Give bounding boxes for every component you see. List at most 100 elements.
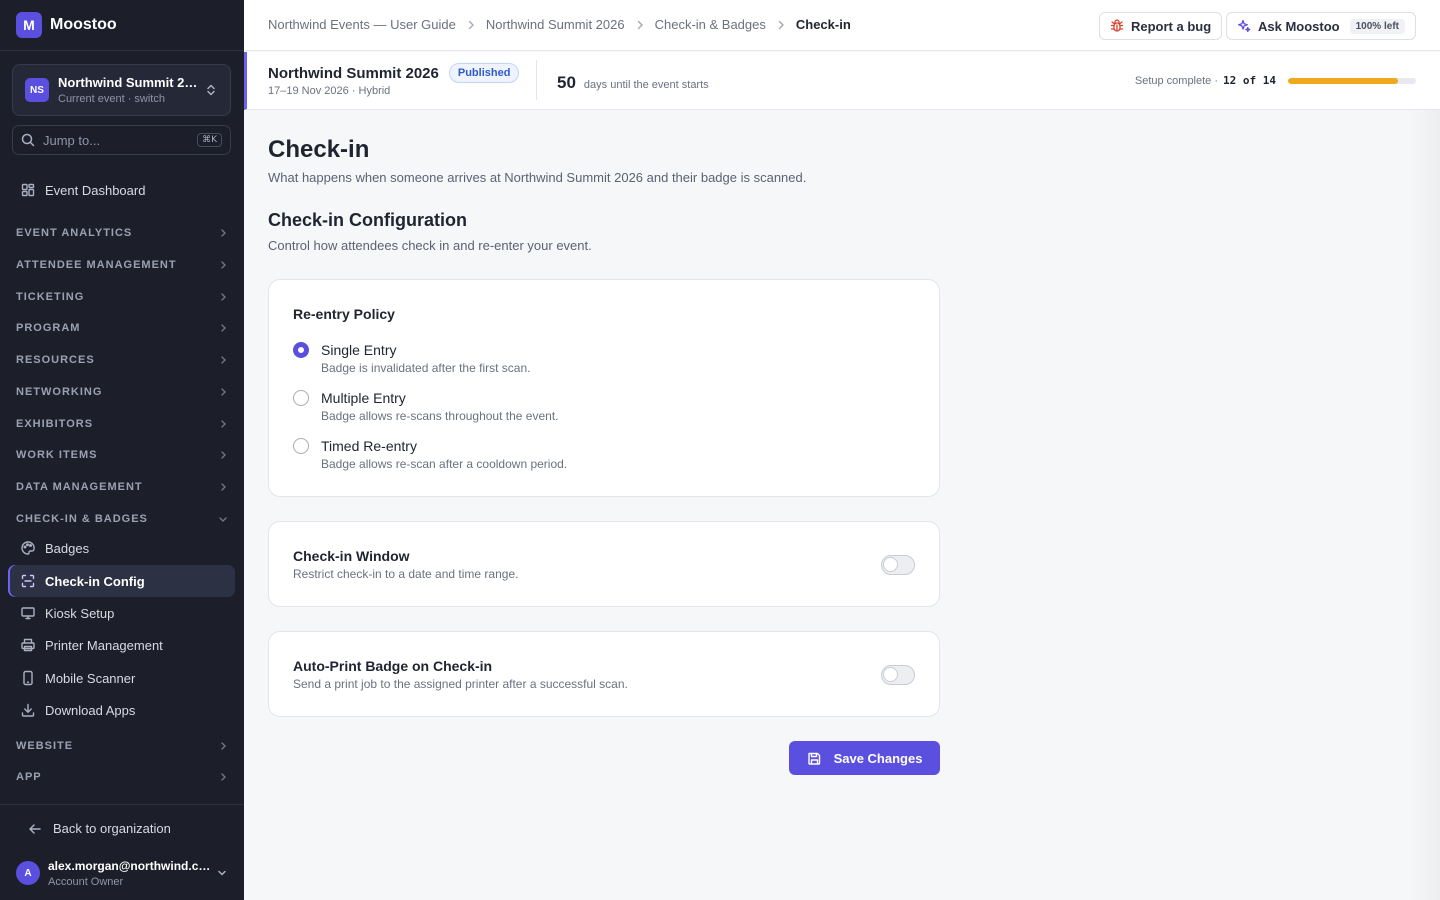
back-to-organization-label: Back to organization <box>53 821 171 836</box>
event-switcher[interactable]: NS Northwind Summit 2026 Current event ·… <box>12 64 231 116</box>
user-role: Account Owner <box>48 875 124 888</box>
option-title: Timed Re-entry <box>321 438 417 454</box>
radio-option-multiple-entry[interactable]: Multiple Entry Badge allows re-scans thr… <box>293 389 893 429</box>
checkin-window-card: Check-in Window Restrict check-in to a d… <box>268 521 940 607</box>
user-menu[interactable]: A alex.morgan@northwind.com Account Owne… <box>16 855 228 891</box>
sidebar-item-check-in-config[interactable]: Check-in Config <box>8 565 235 597</box>
event-switcher-subtitle: Current event · switch <box>58 93 165 105</box>
option-description: Badge allows re-scans throughout the eve… <box>321 409 559 423</box>
chevron-right-icon <box>778 20 784 29</box>
palette-icon <box>21 541 35 555</box>
checkin-window-toggle[interactable] <box>881 555 915 575</box>
section-label: WORK ITEMS <box>16 449 98 461</box>
ask-moostoo-button[interactable]: Ask Moostoo 100% left <box>1226 12 1416 40</box>
breadcrumb-current: Check-in <box>795 17 851 32</box>
sidebar-section-check-in-badges[interactable]: CHECK-IN & BADGES <box>16 509 228 529</box>
toggle-knob <box>883 667 898 682</box>
sidebar-section-exhibitors[interactable]: EXHIBITORS <box>16 414 228 434</box>
event-title-row: Northwind Summit 2026 Published <box>268 63 520 83</box>
status-badge: Published <box>448 63 520 83</box>
sparkles-icon <box>1238 19 1251 33</box>
event-avatar: NS <box>25 78 49 102</box>
page-description: What happens when someone arrives at Nor… <box>268 170 807 185</box>
sidebar-section-resources[interactable]: RESOURCES <box>16 350 228 370</box>
sidebar-section-work-items[interactable]: WORK ITEMS <box>16 445 228 465</box>
sidebar-section-ticketing[interactable]: TICKETING <box>16 287 228 307</box>
sidebar-item-printer-management[interactable]: Printer Management <box>8 629 235 661</box>
breadcrumb: Northwind Events — User Guide Northwind … <box>268 17 851 32</box>
download-icon <box>21 703 35 717</box>
radio-button[interactable] <box>293 342 309 358</box>
section-description: Control how attendees check in and re-en… <box>268 238 592 253</box>
dashboard-grid-icon <box>21 183 35 197</box>
chevron-down-icon <box>218 870 226 876</box>
progress-bar-fill <box>1288 77 1398 84</box>
reentry-policy-card: Re-entry Policy Single Entry Badge is in… <box>268 279 940 497</box>
sidebar-item-label: Mobile Scanner <box>45 670 136 686</box>
chevron-right-icon <box>221 742 226 750</box>
breadcrumb-item[interactable]: Northwind Summit 2026 <box>486 17 625 32</box>
sidebar: M Moostoo NS Northwind Summit 2026 Curre… <box>0 0 244 900</box>
keyboard-shortcut: ⌘K <box>197 133 222 147</box>
sidebar-item-label: Event Dashboard <box>45 182 146 198</box>
monitor-icon <box>21 607 35 620</box>
save-icon <box>807 752 820 765</box>
back-to-organization-link[interactable]: Back to organization <box>28 821 171 836</box>
save-changes-button[interactable]: Save Changes <box>789 741 940 775</box>
breadcrumb-item[interactable]: Northwind Events — User Guide <box>268 17 456 32</box>
sidebar-item-kiosk-setup[interactable]: Kiosk Setup <box>8 597 235 629</box>
progress-bar <box>1288 77 1416 84</box>
section-label: PROGRAM <box>16 322 81 334</box>
chevron-right-icon <box>221 451 226 459</box>
breadcrumb-item[interactable]: Check-in & Badges <box>655 17 766 32</box>
search-icon <box>21 133 35 147</box>
user-email: alex.morgan@northwind.com <box>48 858 216 873</box>
sidebar-section-website[interactable]: WEBSITE <box>16 736 228 756</box>
section-label: RESOURCES <box>16 354 95 366</box>
sidebar-section-data-management[interactable]: DATA MANAGEMENT <box>16 477 228 497</box>
edge-shadow <box>1410 110 1440 900</box>
sidebar-section-program[interactable]: PROGRAM <box>16 318 228 338</box>
chevron-right-icon <box>221 229 226 237</box>
scan-icon <box>21 574 35 588</box>
chevron-right-icon <box>221 356 226 364</box>
sidebar-item-event-dashboard[interactable]: Event Dashboard <box>8 174 235 206</box>
setup-label: Setup complete · <box>1134 74 1219 87</box>
section-label: ATTENDEE MANAGEMENT <box>16 259 177 271</box>
quota-badge: 100% left <box>1349 18 1405 34</box>
smartphone-icon <box>23 670 33 686</box>
report-bug-button[interactable]: Report a bug <box>1099 12 1223 40</box>
event-name: Northwind Summit 2026 <box>268 64 439 82</box>
radio-button[interactable] <box>293 390 309 406</box>
sidebar-section-app[interactable]: APP <box>16 767 228 787</box>
section-label: EXHIBITORS <box>16 418 94 430</box>
event-dates: 17–19 Nov 2026 · Hybrid <box>268 85 391 97</box>
jump-to-search[interactable]: Jump to... ⌘K <box>12 125 231 155</box>
section-title: Check-in Configuration <box>268 210 467 230</box>
sidebar-item-label: Kiosk Setup <box>45 605 115 621</box>
avatar: A <box>16 861 40 885</box>
auto-print-toggle[interactable] <box>881 665 915 685</box>
days-until-event: 50 days until the event starts <box>557 73 709 93</box>
sidebar-section-event-analytics[interactable]: EVENT ANALYTICS <box>16 223 228 243</box>
auto-print-card: Auto-Print Badge on Check-in Send a prin… <box>268 631 940 717</box>
chevrons-up-down-icon <box>207 84 215 96</box>
sidebar-section-networking[interactable]: NETWORKING <box>16 382 228 402</box>
sidebar-item-mobile-scanner[interactable]: Mobile Scanner <box>8 662 235 694</box>
sidebar-item-badges[interactable]: Badges <box>8 532 235 564</box>
checkin-window-title: Check-in Window <box>293 548 410 564</box>
sidebar-section-attendee-management[interactable]: ATTENDEE MANAGEMENT <box>16 255 228 275</box>
chevron-right-icon <box>221 773 226 781</box>
radio-button[interactable] <box>293 438 309 454</box>
auto-print-description: Send a print job to the assigned printer… <box>293 677 628 691</box>
option-description: Badge is invalidated after the first sca… <box>321 361 531 375</box>
radio-option-timed-reentry[interactable]: Timed Re-entry Badge allows re-scan afte… <box>293 437 893 477</box>
brand[interactable]: M Moostoo <box>0 0 244 51</box>
radio-option-single-entry[interactable]: Single Entry Badge is invalidated after … <box>293 341 893 381</box>
arrow-left-icon <box>29 823 41 834</box>
section-label: APP <box>16 771 42 783</box>
sidebar-item-download-apps[interactable]: Download Apps <box>8 694 235 726</box>
sidebar-footer: Back to organization A alex.morgan@north… <box>0 804 244 900</box>
report-bug-label: Report a bug <box>1131 18 1212 34</box>
save-changes-label: Save Changes <box>833 750 923 766</box>
